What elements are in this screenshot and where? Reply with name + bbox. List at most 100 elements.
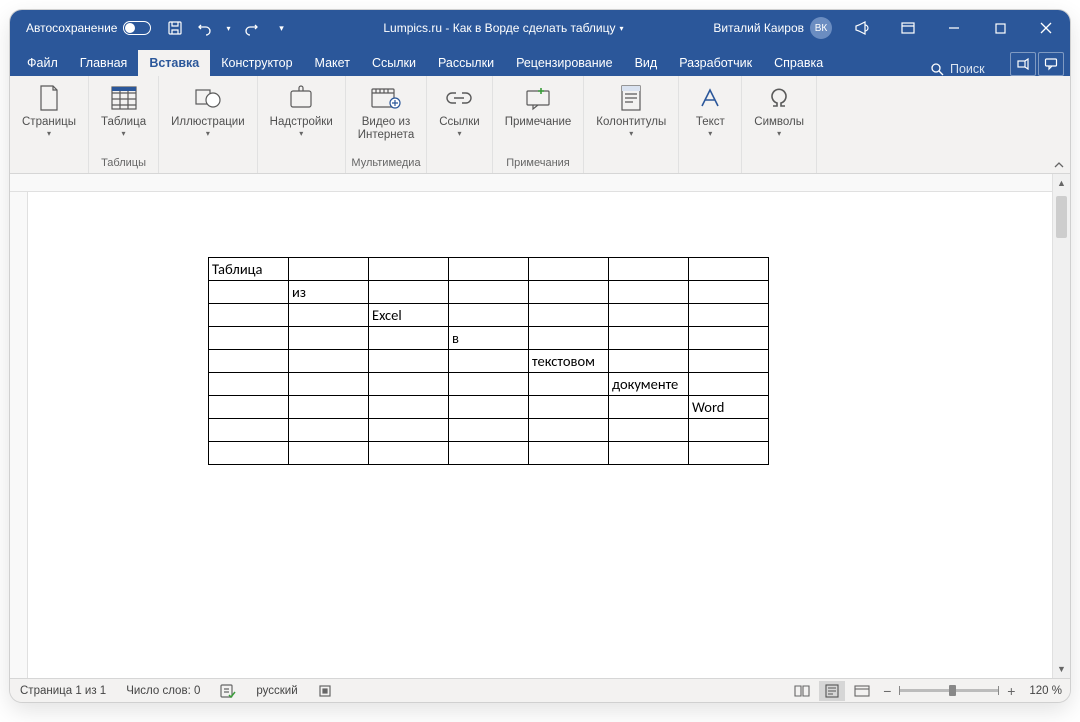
table-cell[interactable] xyxy=(529,419,609,442)
table-cell[interactable] xyxy=(289,396,369,419)
collapse-ribbon-button[interactable] xyxy=(1054,161,1064,169)
title-dropdown-icon[interactable]: ▾ xyxy=(620,24,624,33)
maximize-button[interactable] xyxy=(978,10,1022,46)
table-cell[interactable] xyxy=(449,442,529,465)
table-cell[interactable] xyxy=(369,281,449,304)
table-cell[interactable]: Word xyxy=(689,396,769,419)
status-page[interactable]: Страница 1 из 1 xyxy=(10,685,116,697)
save-button[interactable] xyxy=(163,16,187,40)
table-cell[interactable] xyxy=(289,442,369,465)
tab-view[interactable]: Вид xyxy=(624,50,669,76)
table-cell[interactable] xyxy=(369,396,449,419)
symbols-button[interactable]: Символы ▾ xyxy=(746,78,812,155)
table-cell[interactable] xyxy=(449,350,529,373)
read-mode-button[interactable] xyxy=(789,681,815,701)
table-cell[interactable] xyxy=(289,258,369,281)
scroll-thumb[interactable] xyxy=(1056,196,1067,238)
comments-button[interactable] xyxy=(1038,52,1064,76)
minimize-button[interactable] xyxy=(932,10,976,46)
addins-button[interactable]: Надстройки ▾ xyxy=(262,78,341,155)
table-cell[interactable]: из xyxy=(289,281,369,304)
document-area[interactable]: ТаблицаизExcelвтекстовомдокументеWord xyxy=(10,174,1052,678)
table-cell[interactable] xyxy=(609,419,689,442)
tab-mailings[interactable]: Рассылки xyxy=(427,50,505,76)
table-cell[interactable] xyxy=(209,419,289,442)
table-cell[interactable] xyxy=(529,442,609,465)
zoom-level[interactable]: 120 % xyxy=(1023,685,1062,697)
redo-button[interactable] xyxy=(239,16,263,40)
table-cell[interactable] xyxy=(689,327,769,350)
search-box[interactable] xyxy=(920,62,1010,76)
table-cell[interactable] xyxy=(209,442,289,465)
tab-design[interactable]: Конструктор xyxy=(210,50,303,76)
table-cell[interactable] xyxy=(689,350,769,373)
table-cell[interactable] xyxy=(289,350,369,373)
online-video-button[interactable]: Видео из Интернета xyxy=(350,78,422,155)
zoom-slider[interactable] xyxy=(899,689,999,692)
tab-help[interactable]: Справка xyxy=(763,50,834,76)
table-cell[interactable] xyxy=(369,442,449,465)
table-cell[interactable] xyxy=(529,327,609,350)
status-language[interactable]: русский xyxy=(246,685,307,697)
scroll-down-icon[interactable]: ▼ xyxy=(1053,660,1070,678)
print-layout-button[interactable] xyxy=(819,681,845,701)
table-cell[interactable] xyxy=(449,419,529,442)
table-cell[interactable] xyxy=(689,373,769,396)
table-cell[interactable] xyxy=(609,281,689,304)
undo-button[interactable] xyxy=(193,16,217,40)
table-cell[interactable] xyxy=(369,327,449,350)
table-cell[interactable] xyxy=(209,304,289,327)
table-button[interactable]: Таблица ▾ xyxy=(93,78,154,155)
undo-dropdown[interactable]: ▾ xyxy=(223,16,233,40)
table-cell[interactable] xyxy=(689,281,769,304)
table-cell[interactable] xyxy=(369,373,449,396)
tab-home[interactable]: Главная xyxy=(69,50,139,76)
status-words[interactable]: Число слов: 0 xyxy=(116,685,210,697)
table-cell[interactable] xyxy=(289,419,369,442)
table-cell[interactable] xyxy=(369,419,449,442)
share-button[interactable] xyxy=(1010,52,1036,76)
horizontal-ruler[interactable] xyxy=(10,174,1052,192)
table-cell[interactable] xyxy=(609,327,689,350)
table-cell[interactable] xyxy=(209,396,289,419)
table-cell[interactable] xyxy=(609,258,689,281)
table-cell[interactable] xyxy=(529,304,609,327)
tab-review[interactable]: Рецензирование xyxy=(505,50,624,76)
table-cell[interactable] xyxy=(449,396,529,419)
table-cell[interactable] xyxy=(689,419,769,442)
table-cell[interactable] xyxy=(609,350,689,373)
table-cell[interactable] xyxy=(529,258,609,281)
zoom-in-button[interactable]: + xyxy=(1003,683,1019,699)
table-cell[interactable] xyxy=(529,281,609,304)
table-cell[interactable] xyxy=(449,281,529,304)
table-cell[interactable] xyxy=(689,304,769,327)
table-cell[interactable] xyxy=(609,396,689,419)
table-cell[interactable] xyxy=(289,373,369,396)
vertical-scrollbar[interactable]: ▲ ▼ xyxy=(1052,174,1070,678)
user-avatar[interactable]: ВК xyxy=(810,17,832,39)
close-button[interactable] xyxy=(1024,10,1068,46)
table-cell[interactable] xyxy=(689,442,769,465)
table-cell[interactable] xyxy=(289,304,369,327)
tab-insert[interactable]: Вставка xyxy=(138,50,210,76)
zoom-handle[interactable] xyxy=(949,685,956,696)
table-cell[interactable] xyxy=(209,373,289,396)
scroll-up-icon[interactable]: ▲ xyxy=(1053,174,1070,192)
zoom-out-button[interactable]: − xyxy=(879,683,895,699)
table-cell[interactable]: в xyxy=(449,327,529,350)
table-cell[interactable] xyxy=(689,258,769,281)
table-cell[interactable] xyxy=(449,373,529,396)
table-cell[interactable]: текстовом xyxy=(529,350,609,373)
comment-button[interactable]: Примечание xyxy=(497,78,580,155)
table-cell[interactable] xyxy=(209,327,289,350)
table-cell[interactable]: Excel xyxy=(369,304,449,327)
illustrations-button[interactable]: Иллюстрации ▾ xyxy=(163,78,253,155)
tab-developer[interactable]: Разработчик xyxy=(668,50,763,76)
table-cell[interactable] xyxy=(289,327,369,350)
table-cell[interactable] xyxy=(449,304,529,327)
document-table[interactable]: ТаблицаизExcelвтекстовомдокументеWord xyxy=(208,257,769,465)
table-cell[interactable] xyxy=(369,350,449,373)
ribbon-display-button[interactable] xyxy=(886,10,930,46)
table-cell[interactable] xyxy=(209,281,289,304)
table-cell[interactable] xyxy=(449,258,529,281)
